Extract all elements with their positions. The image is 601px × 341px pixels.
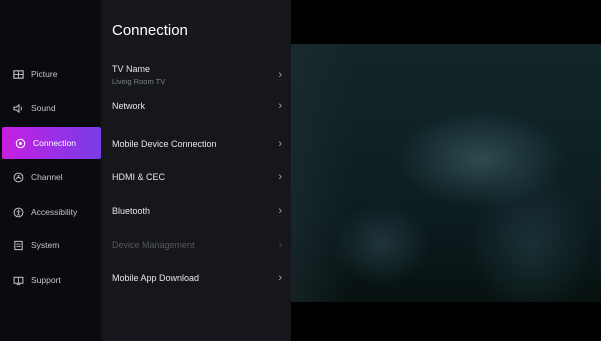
sidebar-item-label: Connection	[33, 138, 77, 148]
sidebar-item-accessibility[interactable]: Accessibility	[0, 196, 101, 228]
menu-item-label: Bluetooth	[112, 206, 151, 216]
sidebar-item-label: Accessibility	[31, 207, 78, 217]
connection-menu-panel: Connection TV Name Living Room TV › Netw…	[101, 0, 291, 341]
picture-icon	[11, 67, 25, 81]
sidebar-item-connection[interactable]: Connection	[2, 127, 101, 159]
menu-item-label: Device Management	[112, 240, 195, 250]
menu-item-bluetooth[interactable]: Bluetooth ›	[101, 201, 291, 221]
sidebar-item-label: Picture	[31, 69, 58, 79]
menu-item-label: HDMI & CEC	[112, 172, 166, 182]
sidebar-item-label: Support	[31, 275, 61, 285]
live-tv-preview	[291, 0, 601, 341]
menu-item-network[interactable]: Network ›	[101, 96, 291, 116]
chevron-right-icon: ›	[278, 239, 282, 251]
menu-item-label: Network	[112, 101, 146, 111]
chevron-right-icon: ›	[278, 100, 282, 112]
tv-name-value: Living Room TV	[112, 77, 166, 86]
chevron-right-icon: ›	[278, 138, 282, 150]
chevron-right-icon: ›	[278, 69, 282, 81]
menu-item-label: Mobile Device Connection	[112, 139, 217, 149]
chevron-right-icon: ›	[278, 272, 282, 284]
menu-item-mobile-app-download[interactable]: Mobile App Download ›	[101, 268, 291, 288]
sidebar-item-label: System	[31, 240, 60, 250]
sidebar-item-label: Sound	[31, 103, 56, 113]
settings-category-sidebar: Picture Sound Connection Channel Accessi…	[0, 0, 101, 341]
preview-video-highlight	[291, 44, 351, 302]
connection-icon	[13, 136, 27, 150]
sidebar-item-sound[interactable]: Sound	[0, 92, 101, 124]
chevron-right-icon: ›	[278, 171, 282, 183]
menu-item-tv-name[interactable]: TV Name Living Room TV ›	[101, 58, 291, 92]
sidebar-item-support[interactable]: Support	[0, 264, 101, 296]
sidebar-item-channel[interactable]: Channel	[0, 161, 101, 193]
system-icon	[11, 238, 25, 252]
sidebar-item-picture[interactable]: Picture	[0, 58, 101, 90]
sidebar-item-label: Channel	[31, 172, 63, 182]
tv-settings-screen: Picture Sound Connection Channel Accessi…	[0, 0, 601, 341]
sound-icon	[11, 101, 25, 115]
menu-item-mobile-device-connection[interactable]: Mobile Device Connection ›	[101, 134, 291, 154]
menu-item-label: Mobile App Download	[112, 273, 200, 283]
menu-item-device-management: Device Management ›	[101, 235, 291, 255]
menu-item-label: TV Name	[112, 64, 151, 74]
channel-icon	[11, 170, 25, 184]
support-icon	[11, 273, 25, 287]
sidebar-item-system[interactable]: System	[0, 229, 101, 261]
accessibility-icon	[11, 205, 25, 219]
page-title: Connection	[112, 22, 188, 39]
chevron-right-icon: ›	[278, 205, 282, 217]
menu-item-hdmi-cec[interactable]: HDMI & CEC ›	[101, 167, 291, 187]
